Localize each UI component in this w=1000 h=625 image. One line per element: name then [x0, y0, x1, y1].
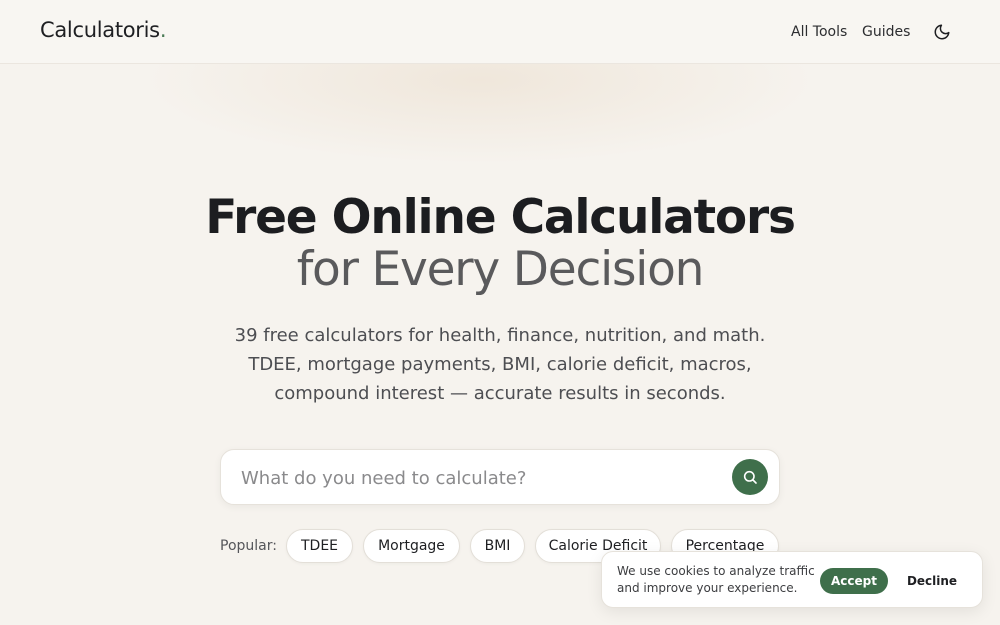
main-content: Free Online Calculators for Every Decisi…	[0, 64, 1000, 625]
logo-text: Calculatoris	[40, 18, 160, 42]
hero-title-line1: Free Online Calculators	[205, 190, 796, 245]
site-logo[interactable]: Calculatoris.	[40, 18, 167, 42]
search-box	[220, 449, 780, 505]
hero-subtitle: 39 free calculators for health, finance,…	[234, 325, 766, 404]
chip-mortgage[interactable]: Mortgage	[363, 529, 460, 563]
theme-toggle-button[interactable]	[930, 20, 954, 44]
hero-title-line2: for Every Decision	[296, 242, 705, 297]
cookie-text: We use cookies to analyze traffic and im…	[617, 564, 815, 595]
moon-icon	[934, 24, 950, 40]
nav-all-tools[interactable]: All Tools	[791, 24, 847, 40]
search-input[interactable]	[241, 464, 721, 492]
search-icon	[743, 470, 757, 484]
chip-bmi[interactable]: BMI	[470, 529, 525, 563]
logo-dot: .	[159, 18, 167, 42]
search-button[interactable]	[732, 459, 768, 495]
cookie-decline-button[interactable]: Decline	[898, 568, 966, 594]
site-header: Calculatoris. All Tools Guides	[0, 0, 1000, 64]
cookie-accept-button[interactable]: Accept	[820, 568, 888, 594]
chip-tdee[interactable]: TDEE	[286, 529, 353, 563]
nav-guides[interactable]: Guides	[862, 24, 910, 40]
cookie-banner: We use cookies to analyze traffic and im…	[601, 551, 983, 608]
popular-label: Popular:	[220, 538, 277, 554]
